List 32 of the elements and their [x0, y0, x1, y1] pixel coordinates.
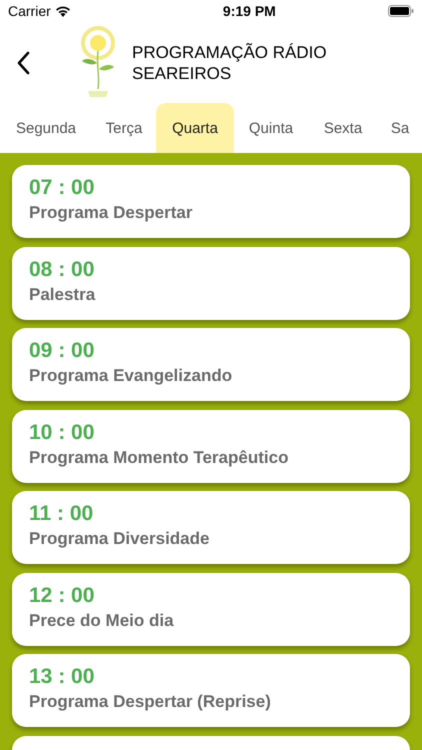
program-time: 13 : 00 — [29, 664, 94, 690]
day-tab[interactable]: Quinta — [234, 103, 308, 153]
carrier-label: Carrier — [8, 3, 51, 19]
status-time: 9:19 PM — [222, 3, 276, 19]
program-time: 12 : 00 — [29, 582, 94, 608]
program-card[interactable]: 08 : 00 Palestra — [12, 246, 410, 320]
screen-title: PROGRAMAÇÃO RÁDIO SEAREIROS — [132, 42, 328, 84]
program-card[interactable]: 11 : 00 Programa Diversidade — [12, 491, 410, 564]
program-name: Programa Despertar (Reprise) — [29, 691, 271, 713]
program-card[interactable]: 10 : 00 Programa Momento Terapêutico — [12, 410, 410, 482]
day-tab[interactable]: Terça — [92, 103, 156, 153]
program-card[interactable]: 07 : 00 Programa Despertar — [12, 165, 410, 238]
program-name: Programa Momento Terapêutico — [29, 446, 288, 469]
program-time: 10 : 00 — [29, 420, 94, 446]
program-time: 11 : 00 — [29, 501, 94, 527]
program-card[interactable]: 12 : 00 Prece do Meio dia — [12, 572, 410, 646]
program-name: Programa Evangelizando — [29, 365, 232, 387]
day-tab[interactable]: Sexta — [308, 103, 378, 153]
wifi-icon — [54, 5, 71, 17]
program-name: Prece do Meio dia — [29, 610, 174, 632]
program-name: Programa Diversidade — [29, 528, 210, 550]
program-card[interactable]: 09 : 00 Programa Evangelizando — [12, 328, 410, 401]
day-tab[interactable]: Sa — [378, 103, 422, 153]
program-name: Palestra — [29, 284, 96, 306]
program-time: 07 : 00 — [29, 175, 94, 201]
program-time: 09 : 00 — [29, 338, 94, 364]
program-card[interactable]: 13 : 00 Programa Despertar (Reprise) — [12, 654, 410, 727]
day-tab[interactable]: Segunda — [0, 103, 92, 153]
battery-icon — [388, 5, 414, 17]
program-name: Programa Despertar — [29, 202, 192, 224]
day-tab[interactable]: Quarta — [156, 103, 234, 153]
program-time: 08 : 00 — [29, 256, 94, 282]
